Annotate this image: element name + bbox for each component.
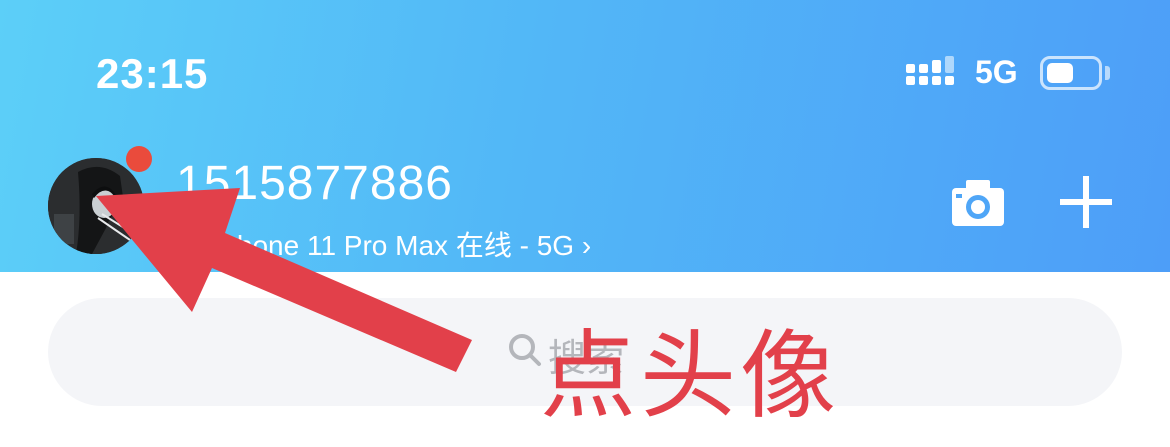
camera-icon[interactable] [948,172,1008,232]
annotation-text: 点头像 [540,320,840,432]
plus-icon[interactable] [1056,172,1116,232]
notification-dot [126,146,152,172]
search-icon [509,334,541,366]
network-type: 5G [975,54,1018,90]
battery-level [1047,63,1073,83]
avatar-image [48,158,144,254]
battery-tip [1105,66,1110,80]
account-name[interactable]: 1515877886 [176,156,453,211]
signal-icon [906,56,954,85]
device-status-link[interactable]: iPhone 11 Pro Max 在线 - 5G › [212,224,591,264]
status-time: 23:15 [96,50,209,97]
status-bar: 23:15 5G [0,0,1170,120]
header: 23:15 5G 1515877886 iPhone 11 Pro Max 在线… [0,0,1170,272]
battery-icon [1040,56,1102,90]
avatar[interactable] [48,158,144,254]
